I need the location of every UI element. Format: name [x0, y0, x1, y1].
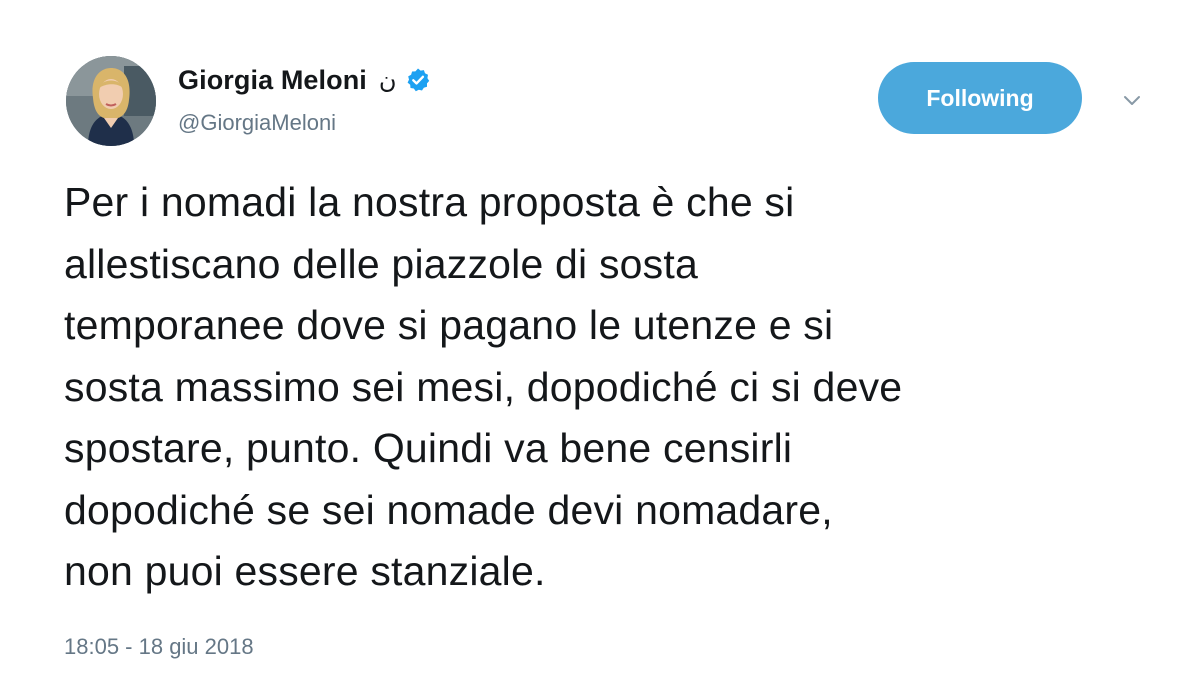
tweet-text-line: dopodiché se sei nomade devi nomadare,: [64, 486, 833, 533]
author-display-name[interactable]: Giorgia Meloni: [178, 65, 367, 96]
author-handle[interactable]: @GiorgiaMeloni: [178, 110, 336, 136]
tweet-timestamp[interactable]: 18:05 - 18 giu 2018: [64, 634, 254, 660]
author-name-row: Giorgia Meloni ن: [178, 62, 431, 98]
profile-photo-icon: [66, 56, 156, 146]
tweet-text-line: sosta massimo sei mesi, dopodiché ci si …: [64, 363, 903, 410]
tweet-text-line: non puoi essere stanziale.: [64, 548, 546, 594]
author-name-glyph: ن: [378, 66, 397, 94]
avatar[interactable]: [66, 56, 156, 146]
tweet-card: Giorgia Meloni ن @GiorgiaMeloni Followin…: [0, 0, 1200, 675]
verified-badge-icon: [405, 67, 431, 93]
tweet-text-line: spostare, punto. Quindi va bene censirli: [64, 425, 793, 471]
tweet-text: Per i nomadi la nostra proposta è che si…: [64, 172, 1164, 603]
following-button[interactable]: Following: [878, 62, 1082, 134]
tweet-text-line: allestiscano delle piazzole di sosta: [64, 240, 698, 287]
tweet-text-line: temporanee dove si pagano le utenze e si: [64, 302, 834, 348]
tweet-text-line: Per i nomadi la nostra proposta è che si: [64, 179, 795, 225]
chevron-down-icon[interactable]: [1120, 88, 1144, 112]
